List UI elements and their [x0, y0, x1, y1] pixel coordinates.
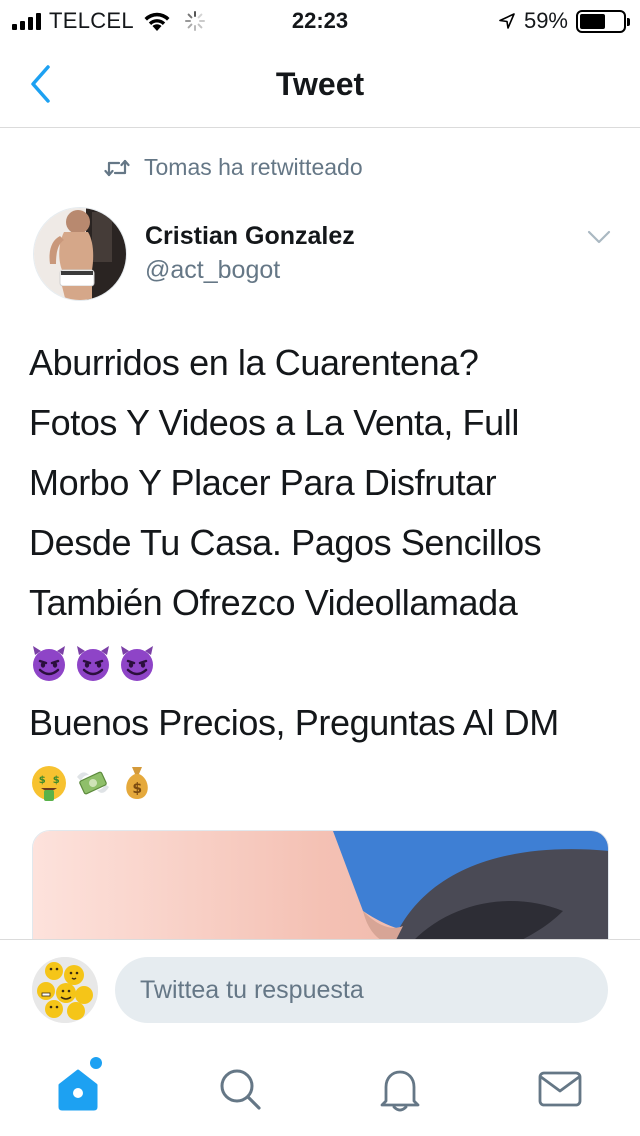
tab-search[interactable]: [210, 1059, 270, 1119]
money-with-wings-emoji: [77, 771, 109, 795]
status-right: 59%: [498, 8, 630, 34]
location-arrow-icon: [499, 13, 515, 29]
tweet-line: Fotos Y Videos a La Venta, Full: [29, 402, 519, 443]
money-bag-emoji: $: [126, 767, 148, 799]
tweet-line: Desde Tu Casa. Pagos Sencillos: [29, 522, 542, 563]
tab-home[interactable]: [48, 1057, 108, 1119]
chevron-down-icon: [587, 230, 611, 244]
author-name[interactable]: Cristian Gonzalez: [145, 222, 355, 251]
smiling-devil-emoji: [121, 646, 153, 681]
page-title: Tweet: [275, 66, 365, 102]
author-handle[interactable]: @act_bogot: [145, 256, 280, 285]
tweet-line: Morbo Y Placer Para Disfrutar: [29, 462, 497, 503]
retweet-context[interactable]: Tomas ha retwitteado: [104, 154, 363, 181]
tweet-line: Aburridos en la Cuarentena?: [29, 342, 479, 383]
reply-bar: [0, 939, 640, 1039]
emoji-row: $ $ $: [29, 753, 619, 813]
home-notification-dot: [90, 1057, 102, 1069]
tab-messages[interactable]: [530, 1059, 590, 1119]
battery-icon: [576, 9, 630, 33]
money-mouth-face-emoji: $ $: [32, 766, 66, 801]
retweet-context-text: Tomas ha retwitteado: [144, 154, 363, 180]
tab-notifications[interactable]: [370, 1059, 430, 1119]
status-bar: TELCEL 22:23 59%: [0, 0, 640, 40]
emoji-row: [29, 633, 619, 693]
retweet-icon: [104, 159, 130, 176]
smiling-devil-emoji: [33, 646, 65, 681]
my-avatar[interactable]: [32, 957, 98, 1023]
smiling-devil-emoji: [77, 646, 109, 681]
home-icon: [58, 1069, 98, 1111]
svg-text:$: $: [53, 775, 60, 786]
search-icon: [220, 1069, 261, 1110]
bell-icon: [380, 1070, 420, 1112]
mail-icon: [538, 1071, 582, 1107]
tweet-line: También Ofrezco Videollamada: [29, 582, 518, 623]
tweet-line: Buenos Precios, Preguntas Al DM: [29, 702, 559, 743]
nav-header: Tweet: [0, 40, 640, 128]
emoji-avatar-image: [32, 957, 98, 1023]
tweet-text: Aburridos en la Cuarentena? Fotos Y Vide…: [29, 333, 619, 813]
tab-bar: [0, 1039, 640, 1136]
tweet-options-button[interactable]: [582, 224, 616, 250]
svg-text:$: $: [39, 775, 46, 786]
author-photo: [34, 208, 126, 300]
author-avatar[interactable]: [33, 207, 127, 301]
svg-text:$: $: [132, 781, 141, 797]
reply-input[interactable]: [115, 957, 608, 1023]
battery-level: [580, 13, 605, 29]
battery-percent: 59%: [523, 8, 568, 33]
